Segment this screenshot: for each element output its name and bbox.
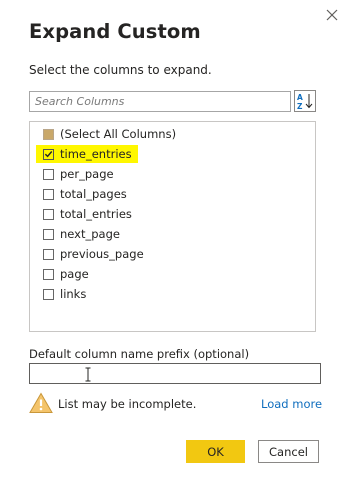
column-item-page[interactable]: page (30, 265, 93, 283)
dialog-subtitle: Select the columns to expand. (29, 63, 212, 77)
warning-text: List may be incomplete. (58, 397, 197, 411)
column-checkbox-next-page[interactable] (42, 228, 54, 240)
column-label: links (60, 287, 87, 301)
prefix-label: Default column name prefix (optional) (29, 347, 250, 361)
checkmark-icon (44, 151, 52, 158)
columns-list: (Select All Columns) time_entries per_pa… (29, 121, 316, 332)
sort-az-icon: A Z (297, 93, 313, 111)
column-checkbox-time-entries[interactable] (42, 148, 54, 160)
dialog-title: Expand Custom (29, 20, 201, 43)
column-label: total_pages (60, 187, 127, 201)
column-checkbox-previous-page[interactable] (42, 248, 54, 260)
column-label: next_page (60, 227, 120, 241)
column-checkbox-page[interactable] (42, 268, 54, 280)
expand-custom-dialog: Expand Custom Select the columns to expa… (0, 0, 349, 492)
column-item-time-entries[interactable]: time_entries (30, 145, 138, 163)
svg-text:Z: Z (297, 102, 303, 111)
column-item-total-entries[interactable]: total_entries (30, 205, 136, 223)
ok-button[interactable]: OK (186, 440, 245, 463)
select-all-label: (Select All Columns) (60, 127, 177, 141)
column-item-total-pages[interactable]: total_pages (30, 185, 131, 203)
cancel-button[interactable]: Cancel (258, 440, 319, 463)
column-label: total_entries (60, 207, 132, 221)
sort-columns-button[interactable]: A Z (294, 90, 316, 112)
column-checkbox-total-pages[interactable] (42, 188, 54, 200)
svg-text:A: A (297, 93, 303, 102)
column-item-per-page[interactable]: per_page (30, 165, 118, 183)
close-icon (326, 9, 338, 21)
select-all-columns-item[interactable]: (Select All Columns) (30, 125, 180, 143)
select-all-checkbox[interactable] (42, 128, 54, 140)
column-item-next-page[interactable]: next_page (30, 225, 124, 243)
load-more-link[interactable]: Load more (261, 397, 322, 411)
column-label: time_entries (60, 145, 138, 163)
search-columns-input[interactable] (29, 91, 291, 112)
column-checkbox-per-page[interactable] (42, 168, 54, 180)
column-prefix-input[interactable] (29, 363, 321, 384)
column-checkbox-total-entries[interactable] (42, 208, 54, 220)
column-label: per_page (60, 167, 114, 181)
column-item-links[interactable]: links (30, 285, 90, 303)
column-checkbox-links[interactable] (42, 288, 54, 300)
column-item-previous-page[interactable]: previous_page (30, 245, 148, 263)
column-label: page (60, 267, 89, 281)
close-button[interactable] (323, 6, 341, 24)
column-label: previous_page (60, 247, 144, 261)
warning-icon (29, 392, 53, 413)
